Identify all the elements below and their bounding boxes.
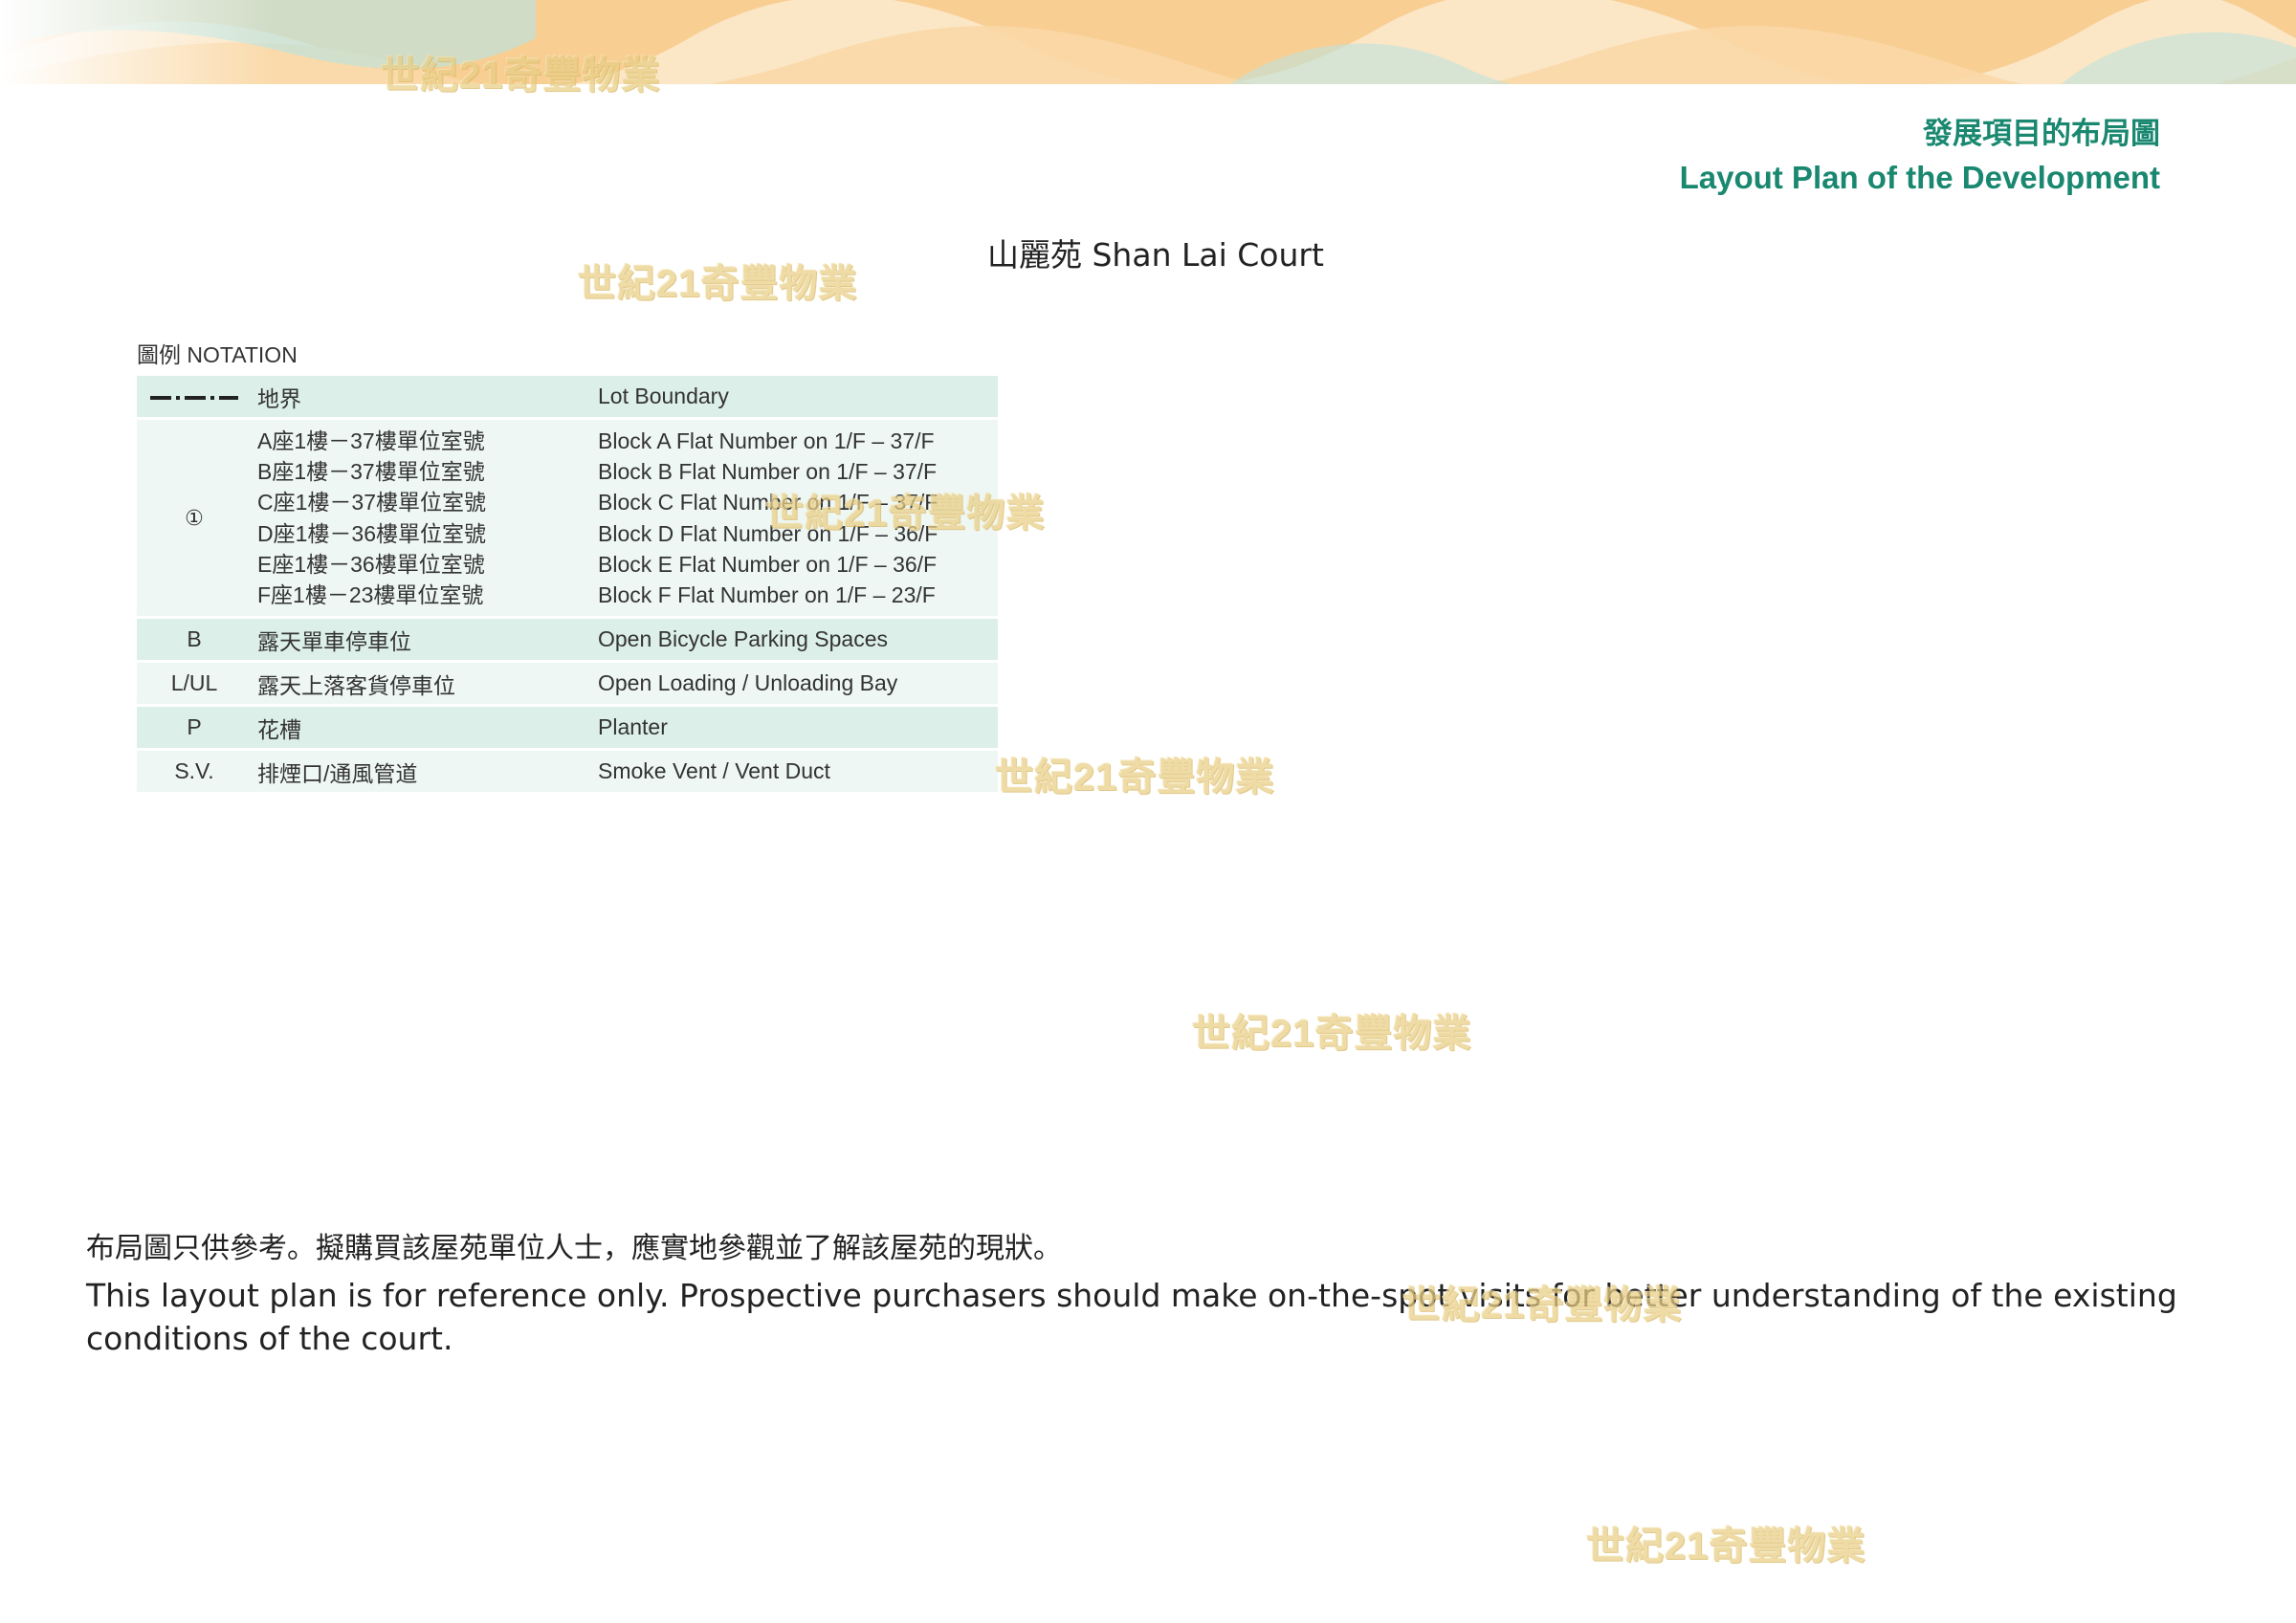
watermark: 世紀21奇豐物業	[578, 263, 858, 305]
court-title: 山麗苑 Shan Lai Court	[987, 236, 1324, 274]
watermark: 世紀21奇豐物業	[381, 55, 661, 97]
page-heading: 發展項目的布局圖 Layout Plan of the Development	[1680, 113, 2160, 201]
watermark: 世紀21奇豐物業	[1586, 1525, 1866, 1568]
legend-row-bicycle: B 露天單車停車位 Open Bicycle Parking Spaces	[137, 616, 998, 662]
legend-en: Open Loading / Unloading Bay	[598, 660, 998, 706]
legend-zh-line: C座1樓－37樓單位室號	[257, 490, 486, 515]
legend-zh: A座1樓－37樓單位室號 B座1樓－37樓單位室號 C座1樓－37樓單位室號 D…	[252, 417, 598, 618]
legend-zh-line: B座1樓－37樓單位室號	[257, 458, 485, 484]
legend-zh-line: A座1樓－37樓單位室號	[257, 428, 485, 453]
decorative-wave-banner	[0, 0, 2296, 88]
legend-en: Open Bicycle Parking Spaces	[598, 616, 998, 662]
legend-symbol: S.V.	[137, 748, 252, 792]
legend-symbol	[137, 376, 252, 419]
legend-en-line: Block F Flat Number on 1/F – 23/F	[598, 582, 936, 608]
legend-row-smoke-vent: S.V. 排煙口/通風管道 Smoke Vent / Vent Duct	[137, 748, 998, 792]
watermark: 世紀21奇豐物業	[1192, 1013, 1472, 1055]
notation-title: 圖例 NOTATION	[137, 342, 298, 367]
watermark: 世紀21奇豐物業	[995, 757, 1275, 799]
legend-row-lot-boundary: 地界 Lot Boundary	[137, 376, 998, 419]
legend-zh-line: D座1樓－36樓單位室號	[257, 520, 486, 546]
legend-zh: 露天單車停車位	[252, 616, 598, 662]
legend-symbol: L/UL	[137, 660, 252, 706]
disclaimer: 布局圖只供參考。擬購買該屋苑單位人士，應實地參觀並了解該屋苑的現狀。 This …	[86, 1228, 2239, 1360]
dash-dot-line-icon	[150, 395, 238, 400]
watermark: 世紀21奇豐物業	[1402, 1284, 1683, 1327]
disclaimer-zh: 布局圖只供參考。擬購買該屋苑單位人士，應實地參觀並了解該屋苑的現狀。	[86, 1232, 1062, 1265]
legend-zh: 花槽	[252, 704, 598, 750]
legend-zh-line: F座1樓－23樓單位室號	[257, 582, 484, 608]
legend-en-line: Block E Flat Number on 1/F – 36/F	[598, 551, 938, 577]
legend-symbol: ①	[137, 417, 252, 618]
legend-zh: 露天上落客貨停車位	[252, 660, 598, 706]
notation-legend-table: 地界 Lot Boundary ① A座1樓－37樓單位室號 B座1樓－37樓單…	[137, 376, 998, 792]
legend-row-loading-bay: L/UL 露天上落客貨停車位 Open Loading / Unloading …	[137, 660, 998, 706]
disclaimer-en: This layout plan is for reference only. …	[86, 1277, 2177, 1357]
legend-en-line: Block A Flat Number on 1/F – 37/F	[598, 428, 935, 453]
legend-symbol: P	[137, 704, 252, 750]
legend-en: Planter	[598, 704, 998, 750]
legend-en: Lot Boundary	[598, 376, 998, 419]
watermark: 世紀21奇豐物業	[765, 493, 1046, 535]
circled-one-icon: ①	[185, 506, 204, 530]
heading-title-zh: 發展項目的布局圖	[1923, 117, 2160, 150]
legend-en: Smoke Vent / Vent Duct	[598, 748, 998, 792]
heading-title-en: Layout Plan of the Development	[1679, 160, 2160, 195]
legend-row-planter: P 花槽 Planter	[137, 704, 998, 750]
legend-zh: 地界	[252, 376, 598, 419]
legend-zh: 排煙口/通風管道	[252, 748, 598, 792]
legend-zh-line: E座1樓－36樓單位室號	[257, 551, 485, 577]
legend-symbol: B	[137, 616, 252, 662]
